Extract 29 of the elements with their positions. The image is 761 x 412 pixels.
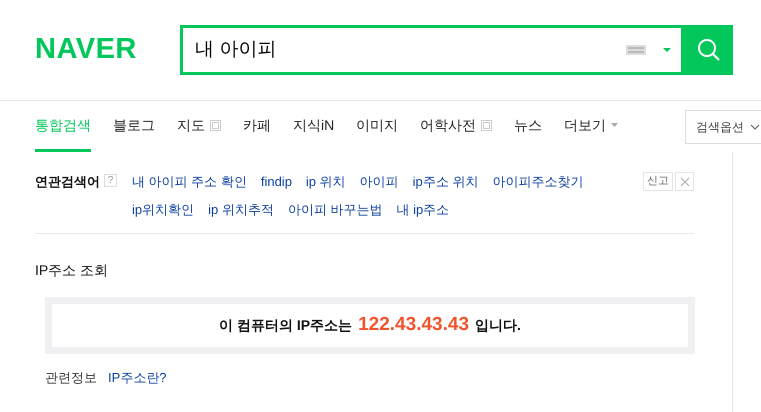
nav-tab[interactable]: 블로그 bbox=[113, 101, 155, 152]
ip-result-text: 이 컴퓨터의 IP주소는 bbox=[219, 316, 352, 335]
search-options-button[interactable]: 검색옵션 bbox=[685, 110, 761, 144]
nav-tab[interactable]: 어학사전 bbox=[420, 101, 492, 152]
related-info-label: 관련정보 bbox=[45, 369, 97, 387]
related-keyword-link[interactable]: 내 ip주소 bbox=[396, 200, 450, 219]
related-keyword-link[interactable]: 아이피 bbox=[360, 172, 399, 192]
report-button[interactable]: 신고 bbox=[643, 172, 673, 191]
related-keyword-link[interactable]: 아이피 바꾸는법 bbox=[288, 200, 382, 219]
related-keyword-link[interactable]: 아이피주소찾기 bbox=[492, 172, 584, 192]
search-field[interactable]: 내 아이피 bbox=[180, 25, 684, 75]
ip-result-text: 입니다. bbox=[475, 316, 521, 335]
ip-info-link[interactable]: IP주소란? bbox=[108, 368, 167, 388]
related-keyword-link[interactable]: 내 아이피 주소 확인 bbox=[132, 172, 247, 192]
nav-tab[interactable]: 지식iN bbox=[293, 101, 334, 152]
related-keyword-link[interactable]: findip bbox=[260, 172, 292, 192]
nav-tab[interactable]: 더보기 bbox=[564, 101, 618, 152]
nav-tab[interactable]: 카페 bbox=[243, 101, 271, 152]
related-keyword-link[interactable]: ip위치확인 bbox=[132, 200, 194, 219]
search-query: 내 아이피 bbox=[195, 38, 278, 62]
nav-tab[interactable]: 뉴스 bbox=[514, 101, 542, 152]
ip-address: 122.43.43.43 bbox=[358, 313, 470, 338]
related-keyword-link[interactable]: ip 위치 bbox=[306, 172, 346, 192]
section-title: IP주소 조회 bbox=[35, 261, 110, 280]
nav-tab[interactable]: 이미지 bbox=[356, 101, 398, 152]
related-keyword-link[interactable]: ip주소 위치 bbox=[412, 172, 478, 192]
nav-tab[interactable]: 지도 bbox=[177, 101, 221, 152]
related-keyword-link[interactable]: ip 위치추적 bbox=[208, 200, 274, 219]
related-searches-title: 연관검색어 bbox=[35, 173, 100, 191]
